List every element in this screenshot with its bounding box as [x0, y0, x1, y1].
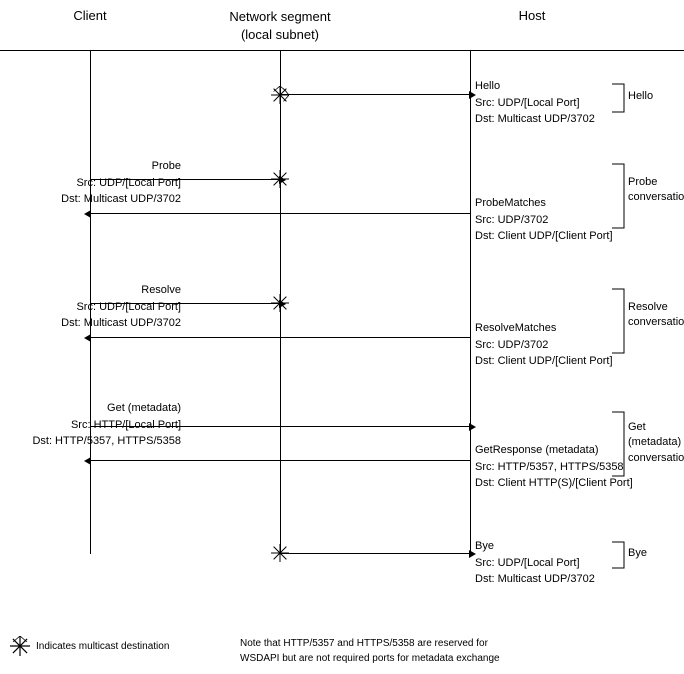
- footer-multicast: Indicates multicast destination: [10, 636, 230, 656]
- probe-matches-arrow: [90, 213, 470, 214]
- hello-bracket: [610, 82, 630, 114]
- resolve-matches-arrow: [90, 337, 470, 338]
- client-header: Client: [0, 8, 180, 44]
- get-metadata-label: Get (metadata) Src: HTTP/[Local Port] Ds…: [32, 400, 181, 450]
- get-metadata-arrow: [90, 426, 470, 427]
- footer-starburst-icon: [10, 636, 30, 656]
- diagram-container: Client Network segment(local subnet) Hos…: [0, 0, 684, 674]
- network-header: Network segment(local subnet): [180, 8, 380, 44]
- hello-label: Hello Src: UDP/[Local Port] Dst: Multica…: [475, 78, 595, 128]
- probe-bracket-label: Probeconversation: [628, 175, 684, 206]
- probe-starburst: [271, 170, 289, 188]
- footer-multicast-label: Indicates multicast destination: [36, 641, 169, 652]
- resolve-bracket-label: Resolveconversation: [628, 300, 684, 331]
- footer-note: Note that HTTP/5357 and HTTPS/5358 are r…: [230, 636, 674, 666]
- get-metadata-bracket-label: Get (metadata)conversation: [628, 420, 684, 466]
- resolve-label: Resolve Src: UDP/[Local Port] Dst: Multi…: [61, 282, 181, 332]
- resolve-starburst: [271, 294, 289, 312]
- get-response-arrow: [90, 460, 470, 461]
- bye-bracket-label: Bye: [628, 547, 647, 559]
- resolve-arrow: [90, 303, 280, 304]
- resolve-bracket: [610, 287, 630, 355]
- probe-arrow: [90, 179, 280, 180]
- hello-starburst: [271, 86, 289, 104]
- hello-bracket-label: Hello: [628, 90, 653, 102]
- resolve-matches-label: ResolveMatches Src: UDP/3702 Dst: Client…: [475, 320, 613, 370]
- hello-arrow: [280, 94, 470, 95]
- bye-label: Bye Src: UDP/[Local Port] Dst: Multicast…: [475, 538, 595, 588]
- probe-label: Probe Src: UDP/[Local Port] Dst: Multica…: [61, 158, 181, 208]
- column-headers: Client Network segment(local subnet) Hos…: [0, 8, 684, 51]
- get-metadata-bracket: [610, 410, 630, 478]
- footer: Indicates multicast destination Note tha…: [0, 636, 684, 666]
- bye-bracket: [610, 540, 630, 570]
- vline-host: [470, 50, 471, 554]
- probe-matches-label: ProbeMatches Src: UDP/3702 Dst: Client U…: [475, 195, 613, 245]
- host-header: Host: [380, 8, 684, 44]
- bye-arrow: [280, 553, 470, 554]
- probe-bracket: [610, 162, 630, 230]
